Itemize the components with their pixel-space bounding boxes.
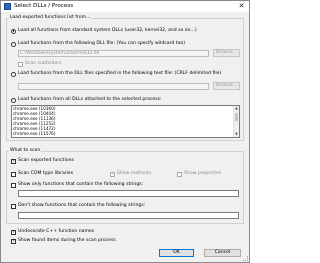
scan-exported-checkbox[interactable]: ✓ <box>11 158 16 164</box>
title-bar: Select DLLs / Process ✕ <box>1 1 249 12</box>
show-found-label: Show found items during the scan process <box>18 238 116 243</box>
option-show-methods[interactable]: ✓ Show methods <box>110 171 155 177</box>
scroll-thumb[interactable] <box>235 113 238 121</box>
undecorate-checkbox[interactable]: ✓ <box>11 229 16 235</box>
radio-dll-file[interactable] <box>11 41 16 47</box>
scan-com-label: Scan COM type libraries <box>18 171 74 176</box>
close-button[interactable]: ✕ <box>235 2 248 11</box>
undecorate-label: Undecorate C++ function names <box>18 229 95 234</box>
show-only-contain-checkbox[interactable] <box>11 182 16 188</box>
process-list[interactable]: chrome.exe (10360) chrome.exe (10404) ch… <box>11 105 240 138</box>
option-text-file[interactable]: Load functions from the DLL files specif… <box>11 71 241 77</box>
option-standard-dlls[interactable]: Load all functions from standard system … <box>11 28 241 34</box>
radio-standard-dlls[interactable] <box>11 28 16 34</box>
show-methods-label: Show methods <box>117 171 151 176</box>
text-file-field[interactable] <box>18 83 209 90</box>
scan-com-checkbox[interactable] <box>11 171 16 177</box>
option-scan-exported[interactable]: ✓ Scan exported functions <box>11 158 131 164</box>
option-scan-subfolders[interactable]: Scan subfolders <box>18 61 98 67</box>
option-process[interactable]: Load functions from all DLLs attached to… <box>11 97 241 103</box>
scan-subfolders-label: Scan subfolders <box>25 61 62 66</box>
radio-process[interactable] <box>11 97 16 103</box>
scroll-up-icon[interactable]: ▲ <box>234 106 239 111</box>
window-title: Select DLLs / Process <box>14 3 74 9</box>
option-dll-file-label: Load functions from the following DLL fi… <box>18 41 185 46</box>
app-icon <box>4 3 11 10</box>
scan-exported-label: Scan exported functions <box>18 158 74 163</box>
cancel-button[interactable]: Cancel <box>204 249 241 257</box>
show-only-strings-field[interactable] <box>18 190 239 197</box>
show-only-contain-label: Show only functions that contain the fol… <box>18 182 144 187</box>
dont-show-strings-field[interactable] <box>18 212 239 219</box>
option-process-label: Load functions from all DLLs attached to… <box>18 97 162 102</box>
process-item[interactable]: chrome.exe (11576) <box>12 131 239 136</box>
show-properties-label: Show properties <box>184 171 222 176</box>
browse-dll-button[interactable]: Browse... <box>213 49 240 57</box>
option-dont-show-contain[interactable]: Don't show functions that contain the fo… <box>11 203 211 209</box>
option-scan-com[interactable]: Scan COM type libraries <box>11 171 106 177</box>
option-show-properties[interactable]: Show properties <box>177 171 237 177</box>
resize-grip[interactable] <box>243 256 248 261</box>
radio-text-file[interactable] <box>11 71 16 77</box>
dont-show-contain-label: Don't show functions that contain the fo… <box>18 203 146 208</box>
option-standard-label: Load all functions from standard system … <box>18 28 197 33</box>
dll-path-field[interactable]: C:\Windows\system32\kernel32.dll <box>18 50 209 57</box>
scroll-down-icon[interactable]: ▼ <box>234 132 239 137</box>
select-dlls-dialog: Select DLLs / Process ✕ Load exported fu… <box>0 0 250 263</box>
dont-show-contain-checkbox[interactable] <box>11 203 16 209</box>
scan-group-legend: What to scan <box>9 148 42 154</box>
load-group-legend: Load exported functions list from... <box>9 15 92 21</box>
show-properties-checkbox[interactable] <box>177 171 182 177</box>
option-text-file-label: Load functions from the DLL files specif… <box>18 71 222 76</box>
ok-button[interactable]: OK <box>159 249 194 257</box>
browse-text-file-button[interactable]: Browse... <box>213 82 240 90</box>
process-list-scrollbar[interactable]: ▲ ▼ <box>233 106 239 137</box>
option-show-only-contain[interactable]: Show only functions that contain the fol… <box>11 182 211 188</box>
option-show-found[interactable]: ✓ Show found items during the scan proce… <box>11 238 151 244</box>
show-found-checkbox[interactable]: ✓ <box>11 238 16 244</box>
scan-subfolders-checkbox[interactable] <box>18 61 23 67</box>
show-methods-checkbox[interactable]: ✓ <box>110 171 115 177</box>
option-undecorate[interactable]: ✓ Undecorate C++ function names <box>11 229 141 235</box>
option-dll-file[interactable]: Load functions from the following DLL fi… <box>11 41 241 47</box>
